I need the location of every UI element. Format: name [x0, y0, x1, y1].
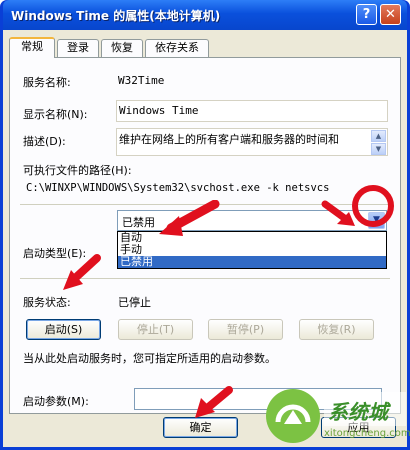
stop-button[interactable]: 停止(T)	[118, 319, 193, 340]
startup-type-selected: 已禁用	[122, 216, 155, 229]
tab-dependencies[interactable]: 依存关系	[145, 39, 209, 57]
title-bar[interactable]: Windows Time 的属性(本地计算机) ? ✕	[3, 0, 407, 30]
tab-recovery[interactable]: 恢复	[101, 39, 143, 57]
start-params-label: 启动参数(M):	[23, 395, 89, 408]
resume-button[interactable]: 恢复(R)	[299, 319, 374, 340]
tab-general[interactable]: 常规	[9, 37, 55, 58]
description-label: 描述(D):	[23, 135, 66, 148]
display-name-label: 显示名称(N):	[23, 108, 88, 121]
exe-path-value: C:\WINXP\WINDOWS\System32\svchost.exe -k…	[26, 182, 330, 194]
exe-path-label: 可执行文件的路径(H):	[23, 164, 132, 177]
annotation-circle	[352, 185, 394, 227]
display-name-value: Windows Time	[119, 104, 199, 117]
description-field[interactable]: 维护在网络上的所有客户端和服务器的时间和 ▲ ▼	[116, 128, 388, 156]
service-name-value: W32Time	[118, 74, 165, 87]
hint-text: 当从此处启动服务时，您可指定所适用的启动参数。	[23, 352, 276, 365]
window-title: Windows Time 的属性(本地计算机)	[11, 9, 221, 23]
watermark-url: xitongcheng.com	[324, 428, 410, 439]
help-button[interactable]: ?	[356, 4, 377, 25]
properties-window: Windows Time 的属性(本地计算机) ? ✕ 常规 登录 恢复 依存关…	[0, 0, 410, 450]
option-disabled[interactable]: 已禁用	[118, 256, 386, 268]
annotation-arrow-icon	[195, 386, 233, 418]
scroll-up-icon[interactable]: ▲	[371, 130, 386, 142]
service-name-label: 服务名称:	[23, 76, 71, 89]
service-status-value: 已停止	[118, 296, 151, 309]
pause-button[interactable]: 暂停(P)	[208, 319, 283, 340]
watermark-brand: 系统城	[328, 400, 388, 424]
ok-button[interactable]: 确定	[163, 417, 238, 438]
annotation-arrow-icon	[63, 254, 101, 290]
scroll-down-icon[interactable]: ▼	[371, 143, 386, 155]
watermark-logo: 系统城 xitongcheng.com	[260, 382, 410, 448]
tab-logon[interactable]: 登录	[57, 39, 99, 57]
option-manual[interactable]: 手动	[118, 244, 386, 256]
close-button[interactable]: ✕	[380, 4, 401, 25]
service-status-label: 服务状态:	[23, 296, 71, 309]
annotation-arrow-icon	[159, 200, 220, 236]
display-name-field[interactable]: Windows Time	[116, 100, 388, 122]
description-value: 维护在网络上的所有客户端和服务器的时间和	[119, 133, 339, 146]
start-button[interactable]: 启动(S)	[26, 319, 101, 340]
